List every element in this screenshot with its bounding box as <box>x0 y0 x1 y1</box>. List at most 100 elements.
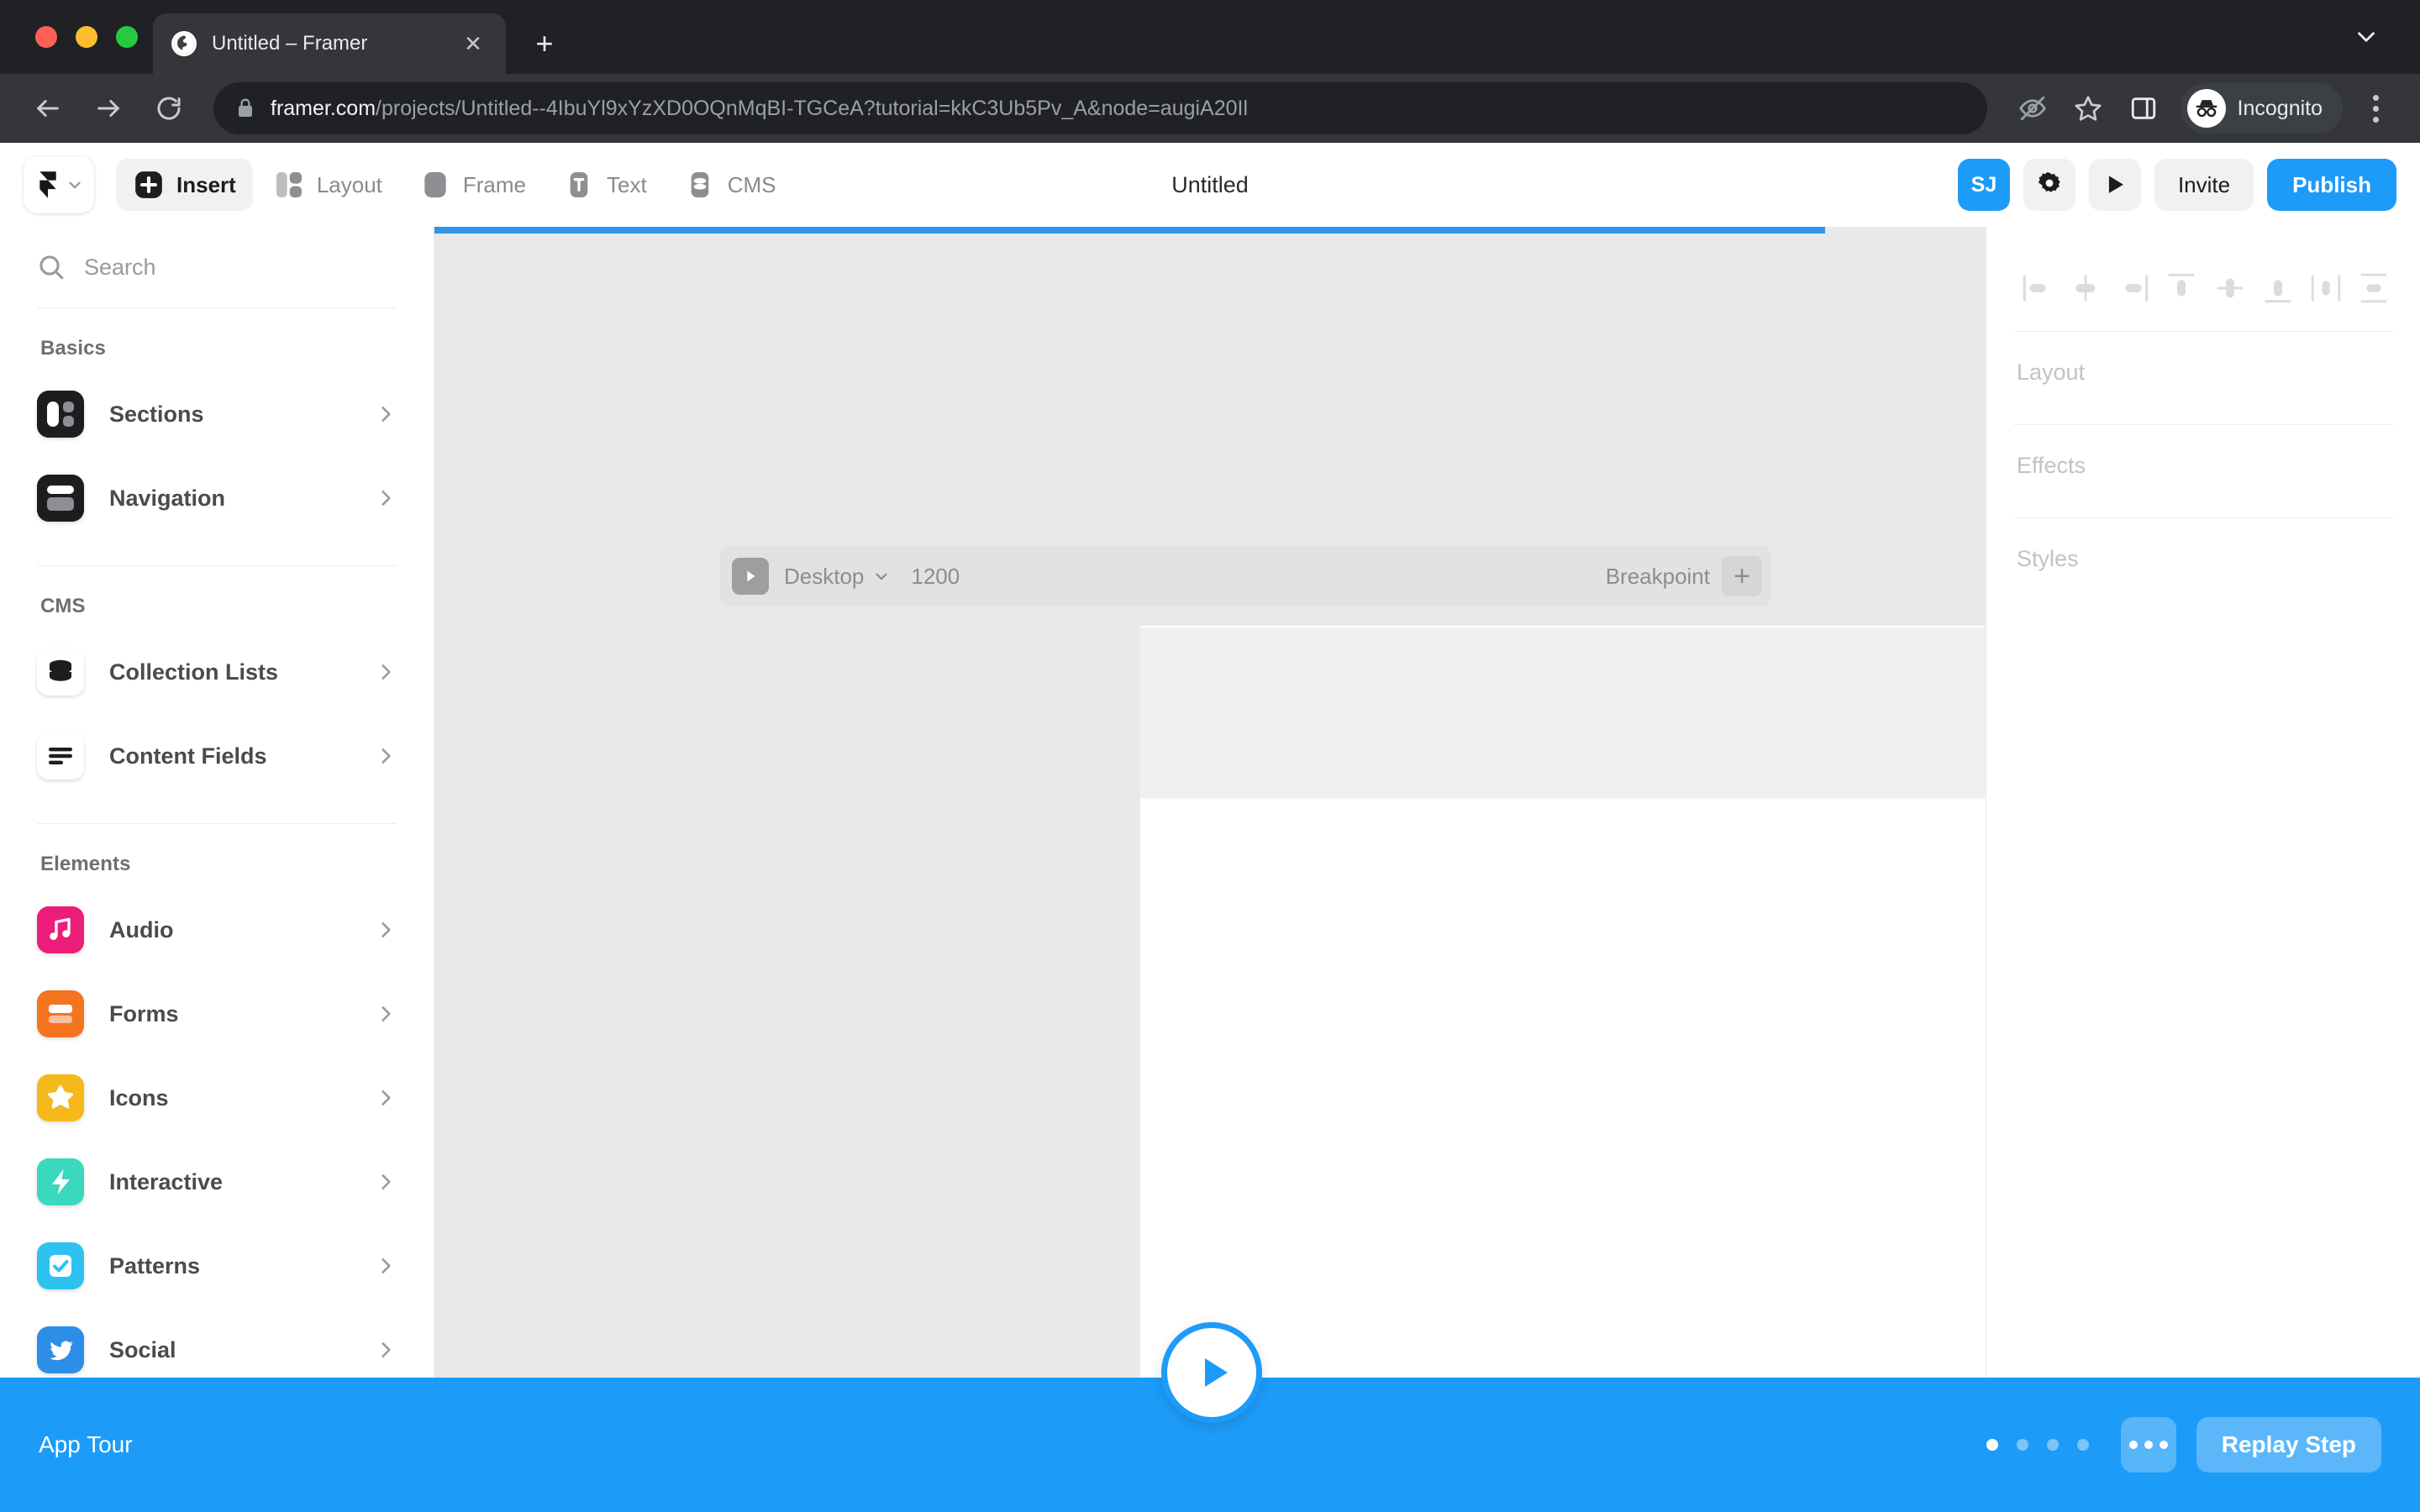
step-dot[interactable] <box>2046 1439 2059 1451</box>
preview-button[interactable] <box>2088 159 2141 211</box>
content-fields-icon <box>37 732 84 780</box>
chevron-right-icon <box>381 1258 391 1273</box>
add-breakpoint-button[interactable]: + <box>1722 556 1762 596</box>
sidebar-item-collection-lists[interactable]: Collection Lists <box>0 630 434 714</box>
incognito-label: Incognito <box>2237 96 2323 120</box>
sidebar-group-title-elements: Elements <box>40 853 131 875</box>
panel-section-styles[interactable]: Styles <box>1986 518 2420 599</box>
sidebar-item-audio[interactable]: Audio <box>0 888 434 972</box>
close-window-button[interactable] <box>35 26 57 48</box>
sidebar-item-icons[interactable]: Icons <box>0 1056 434 1140</box>
maximize-window-button[interactable] <box>116 26 138 48</box>
side-panel-icon[interactable] <box>2118 83 2169 134</box>
sidebar-item-forms[interactable]: Forms <box>0 972 434 1056</box>
tool-text[interactable]: Text <box>546 159 664 211</box>
gear-icon <box>2038 171 2060 192</box>
bookmark-star-icon[interactable] <box>2063 83 2113 134</box>
sidebar-group-title-cms: CMS <box>40 595 86 617</box>
sidebar-item-content-fields[interactable]: Content Fields <box>0 714 434 798</box>
frame-body[interactable] <box>1140 798 1986 1470</box>
breakpoint-device[interactable]: Desktop <box>784 564 891 590</box>
replay-step-button[interactable]: Replay Step <box>2196 1417 2381 1473</box>
sidebar-item-label: Collection Lists <box>109 659 279 685</box>
music-note-icon <box>37 906 84 953</box>
sidebar-item-label: Content Fields <box>109 743 267 769</box>
align-top-icon[interactable] <box>2162 269 2201 307</box>
incognito-indicator[interactable]: Incognito <box>2180 83 2343 134</box>
tool-layout-label: Layout <box>316 171 382 197</box>
chevron-right-icon <box>381 491 391 506</box>
browser-tabstrip: Untitled – Framer ✕ + <box>0 0 2420 74</box>
app-tour-play-button[interactable] <box>1161 1322 1262 1423</box>
sidebar-item-label: Interactive <box>109 1168 224 1194</box>
framer-app: Insert Layout Frame Text CMS Untitled SJ… <box>0 143 2420 1512</box>
align-left-icon[interactable] <box>2018 269 2057 307</box>
panel-section-layout[interactable]: Layout <box>1986 332 2420 412</box>
sidebar-item-label: Patterns <box>109 1252 201 1278</box>
sidebar-item-label: Navigation <box>109 485 226 511</box>
frame-header-band[interactable] <box>1140 626 1986 798</box>
minimize-window-button[interactable] <box>76 26 97 48</box>
app-tour-more-button[interactable] <box>2120 1417 2176 1473</box>
align-middle-vertical-icon[interactable] <box>2211 269 2249 307</box>
tool-insert[interactable]: Insert <box>116 159 253 211</box>
tool-cms-label: CMS <box>727 171 776 197</box>
chevron-right-icon <box>381 1090 391 1105</box>
checkbox-icon <box>37 1242 84 1289</box>
chevron-down-icon[interactable] <box>2341 12 2391 62</box>
frame-icon <box>424 171 446 198</box>
step-dot[interactable] <box>2016 1439 2028 1451</box>
search-input[interactable] <box>84 254 397 281</box>
chevron-right-icon <box>381 1174 391 1189</box>
align-bottom-icon[interactable] <box>2259 269 2297 307</box>
sidebar-item-label: Forms <box>109 1000 179 1026</box>
breakpoint-actions: Breakpoint + <box>1606 556 1762 596</box>
text-t-icon <box>570 171 588 198</box>
breakpoint-label: Breakpoint <box>1605 563 1710 589</box>
star-icon <box>37 1074 84 1121</box>
plus-square-icon <box>135 171 162 198</box>
align-right-icon[interactable] <box>2114 269 2153 307</box>
chevron-down-icon <box>876 573 887 580</box>
publish-button[interactable]: Publish <box>2267 159 2396 211</box>
design-canvas[interactable]: Desktop 1200 Breakpoint + Get Started <box>434 227 1986 1512</box>
tool-cms[interactable]: CMS <box>667 159 793 211</box>
database-icon <box>37 648 84 696</box>
new-tab-button[interactable]: + <box>521 20 568 67</box>
step-dot[interactable] <box>2076 1439 2089 1451</box>
app-body: Basics Sections Navigation <box>0 227 2420 1512</box>
toolbar-tools: Insert Layout Frame Text CMS <box>116 159 792 211</box>
properties-panel: Layout Effects Styles <box>1986 227 2420 1512</box>
close-icon[interactable]: ✕ <box>459 29 487 58</box>
align-center-horizontal-icon[interactable] <box>2066 269 2105 307</box>
settings-button[interactable] <box>2023 159 2075 211</box>
forward-button[interactable] <box>82 82 134 134</box>
browser-tab[interactable]: Untitled – Framer ✕ <box>153 13 506 74</box>
step-dot[interactable] <box>1986 1439 1998 1451</box>
reload-button[interactable] <box>143 82 195 134</box>
tool-text-label: Text <box>607 171 647 197</box>
chevron-right-icon <box>381 1342 391 1357</box>
distribute-horizontal-icon[interactable] <box>2307 269 2345 307</box>
breakpoint-width[interactable]: 1200 <box>911 564 960 590</box>
back-button[interactable] <box>22 82 74 134</box>
sidebar-item-label: Social <box>109 1336 176 1362</box>
panel-section-effects[interactable]: Effects <box>1986 425 2420 506</box>
distribute-vertical-icon[interactable] <box>2354 269 2393 307</box>
eye-slash-icon[interactable] <box>2007 83 2058 134</box>
sidebar-item-sections[interactable]: Sections <box>0 372 434 456</box>
sidebar-item-patterns[interactable]: Patterns <box>0 1224 434 1308</box>
url-bar[interactable]: framer.com/projects/Untitled--4IbuYl9xYz… <box>213 82 1987 134</box>
tool-insert-label: Insert <box>176 171 236 197</box>
play-icon[interactable] <box>732 558 769 595</box>
sidebar-item-navigation[interactable]: Navigation <box>0 456 434 540</box>
invite-button[interactable]: Invite <box>2154 159 2254 211</box>
chevron-right-icon <box>381 748 391 764</box>
breakpoint-header[interactable]: Desktop 1200 Breakpoint + <box>720 546 1770 606</box>
tool-frame[interactable]: Frame <box>402 159 543 211</box>
sidebar-item-interactive[interactable]: Interactive <box>0 1140 434 1224</box>
framer-menu-button[interactable] <box>24 156 94 213</box>
browser-menu-button[interactable] <box>2353 83 2398 134</box>
avatar[interactable]: SJ <box>1957 159 2010 211</box>
tool-layout[interactable]: Layout <box>256 159 399 211</box>
